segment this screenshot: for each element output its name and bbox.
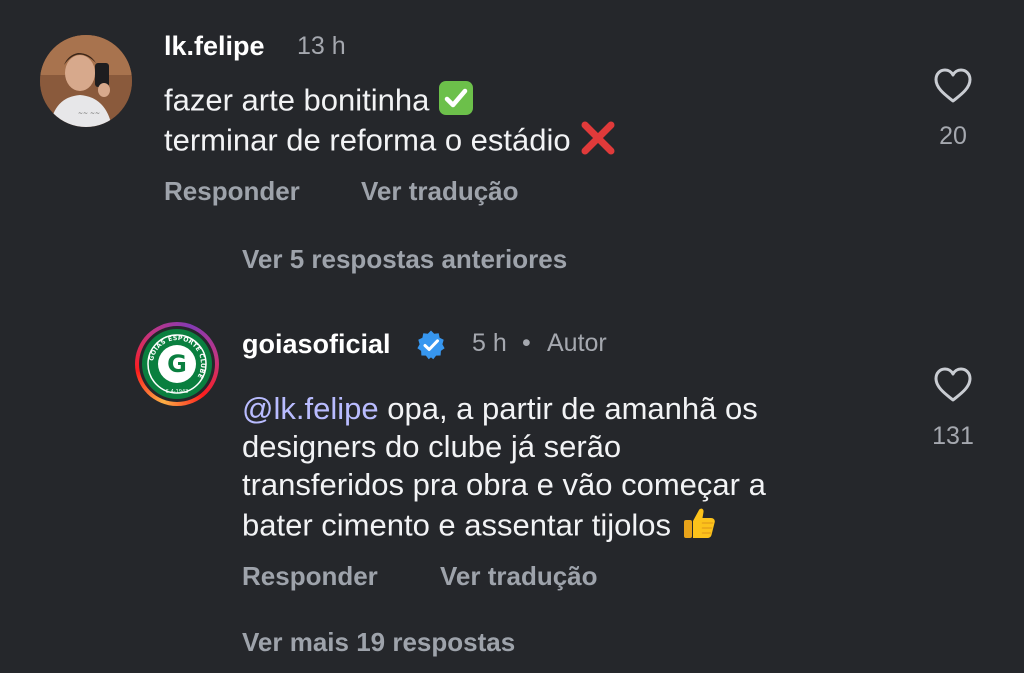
view-more-replies-button[interactable]: Ver mais 19 respostas — [242, 627, 515, 658]
logo-date: 6-4-1943 — [166, 389, 189, 395]
comment-text-line-2: designers do clube já serão — [242, 429, 622, 464]
comment-timestamp: 5 h — [472, 329, 507, 357]
like-count: 20 — [939, 122, 967, 150]
comment-username[interactable]: goiasoficial — [242, 329, 391, 360]
verified-badge-icon — [415, 329, 447, 361]
comment-text: fazer arte bonitinha — [164, 82, 430, 118]
translate-button[interactable]: Ver tradução — [440, 561, 598, 592]
avatar-goiasoficial[interactable]: GOIÁS ESPORTE CLUBE G 6-4-1943 — [135, 322, 219, 406]
comment-text: bater cimento e assentar tijolos — [242, 507, 672, 543]
comment-text-line-1: fazer arte bonitinha — [164, 80, 474, 125]
reply-button[interactable]: Responder — [164, 176, 300, 207]
avatar-lk-felipe[interactable]: ~~ ~~ — [40, 35, 132, 127]
goias-logo-icon: GOIÁS ESPORTE CLUBE G 6-4-1943 — [142, 329, 212, 399]
comment-text-line-3: transferidos pra obra e vão começar a — [242, 467, 766, 502]
like-heart-icon[interactable] — [933, 67, 973, 105]
comment-text-line-4: bater cimento e assentar tijolos — [242, 504, 718, 551]
comment-text-line-1: @lk.felipe opa, a partir de amanhã os — [242, 390, 758, 428]
like-heart-icon[interactable] — [933, 366, 973, 404]
avatar-photo: ~~ ~~ — [40, 35, 132, 127]
comment-username[interactable]: lk.felipe — [164, 31, 265, 62]
comment-text-line-2: terminar de reforma o estádio — [164, 120, 617, 165]
view-previous-replies-button[interactable]: Ver 5 respostas anteriores — [242, 244, 567, 275]
like-count: 131 — [932, 422, 974, 450]
mention-link[interactable]: @lk.felipe — [242, 391, 379, 426]
comment-timestamp: 13 h — [297, 32, 346, 60]
logo-letter: G — [167, 350, 187, 378]
reply-button[interactable]: Responder — [242, 561, 378, 592]
comment-text: terminar de reforma o estádio — [164, 122, 571, 158]
thumbs-up-emoji-icon — [680, 504, 718, 551]
svg-text:~~ ~~: ~~ ~~ — [78, 110, 100, 117]
comment-text: opa, a partir de amanhã os — [387, 391, 758, 426]
avatar-ring: GOIÁS ESPORTE CLUBE G 6-4-1943 — [139, 326, 215, 402]
translate-button[interactable]: Ver tradução — [361, 176, 519, 207]
check-mark-emoji-icon — [438, 80, 474, 125]
author-badge: Autor — [547, 329, 607, 357]
cross-mark-emoji-icon — [579, 120, 617, 165]
meta-separator: • — [522, 329, 531, 357]
